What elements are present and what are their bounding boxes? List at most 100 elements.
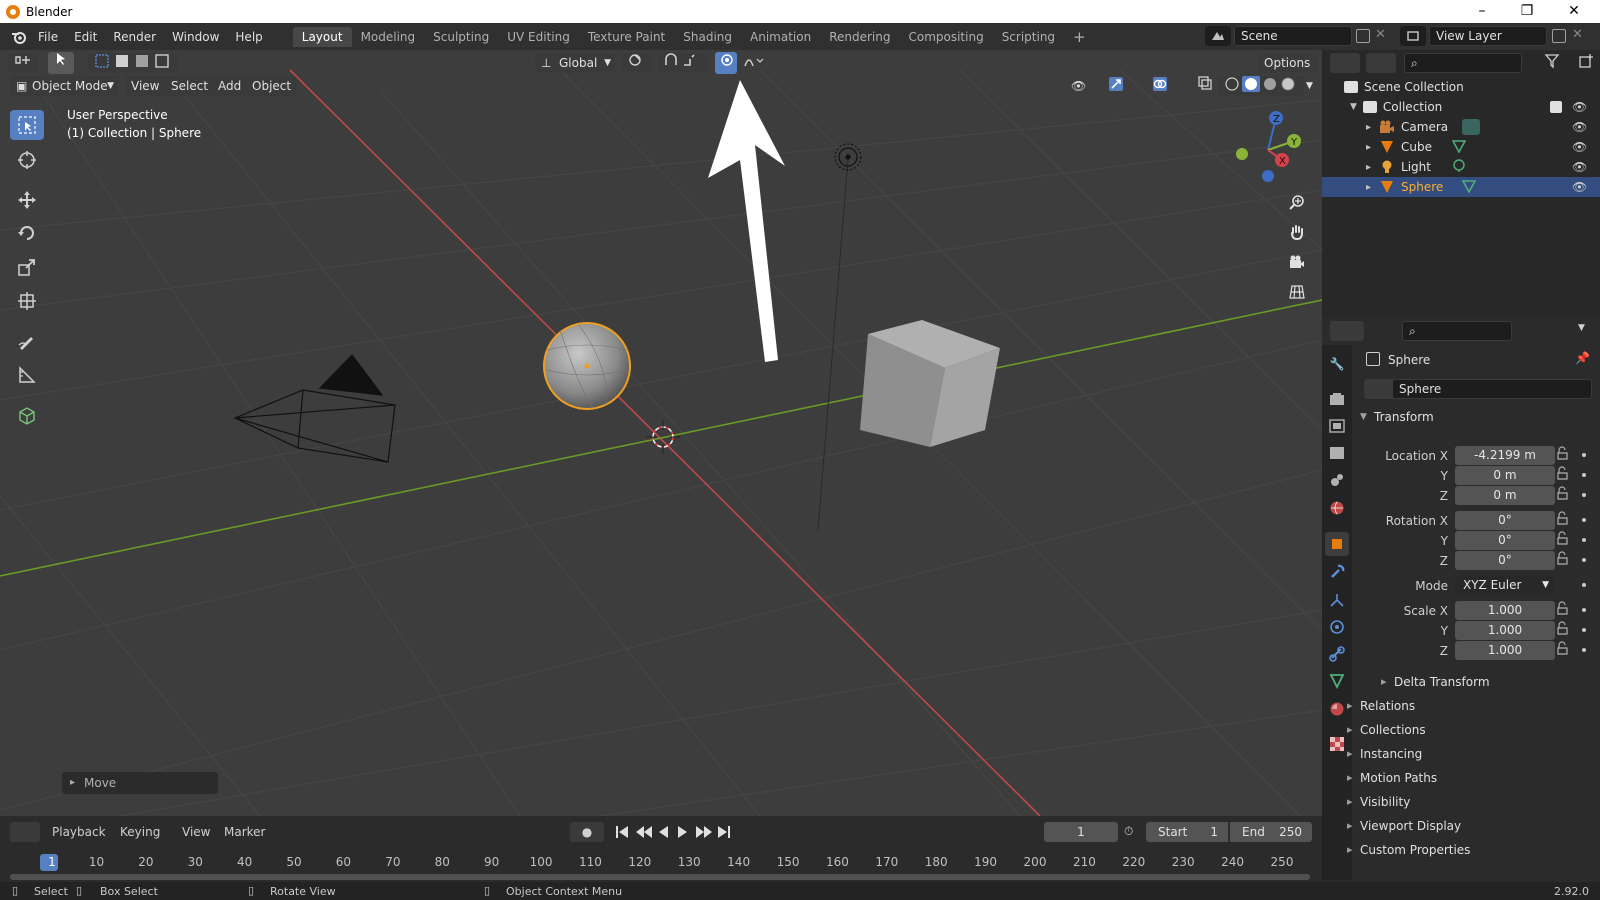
filter-icon[interactable] (1544, 53, 1574, 73)
cursor-tool[interactable] (10, 145, 44, 175)
viewport-menu-add[interactable]: Add (212, 76, 248, 96)
visibility-eye-icon[interactable]: 👁 (1572, 100, 1587, 114)
particles-tab-icon[interactable] (1325, 588, 1349, 612)
physics-tab-icon[interactable] (1325, 615, 1349, 639)
delta-transform-subsection[interactable]: Delta Transform (1381, 675, 1489, 689)
timeline-menu-marker[interactable]: Marker (224, 825, 265, 839)
outliner-item-camera[interactable]: ▸ Camera 👁 (1322, 117, 1600, 137)
select-box-tool[interactable] (10, 110, 44, 140)
frame-ruler[interactable]: 1 10 20 30 40 50 60 70 80 90 100 110 120 130 140 150 160… (0, 852, 1322, 872)
tab-animation[interactable]: Animation (741, 27, 820, 47)
end-frame-field[interactable]: End 250 (1230, 822, 1312, 842)
new-scene-icon[interactable] (1356, 29, 1370, 43)
snap-icon[interactable] (658, 53, 708, 73)
timeline-menu-playback[interactable]: Playback (52, 825, 106, 839)
tweak-select-icon[interactable] (48, 52, 74, 74)
menu-window[interactable]: Window (164, 30, 227, 44)
annotate-tool[interactable] (10, 326, 44, 356)
camera-object[interactable] (233, 354, 396, 463)
transform-section-title[interactable]: Transform (1374, 410, 1434, 424)
transform-tool[interactable] (10, 286, 44, 316)
render-tab-icon[interactable] (1325, 387, 1349, 411)
modifier-tab-icon[interactable] (1325, 560, 1349, 584)
menu-edit[interactable]: Edit (66, 30, 105, 44)
close-button[interactable]: ✕ (1552, 0, 1596, 23)
collections-section[interactable]: Collections (1347, 723, 1426, 737)
tab-layout[interactable]: Layout (292, 26, 352, 47)
expand-down-icon[interactable]: ▼ (1350, 102, 1357, 112)
xray-toggle-icon[interactable] (1192, 76, 1214, 96)
measure-tool[interactable] (10, 360, 44, 390)
world-tab-icon[interactable] (1325, 496, 1349, 520)
ortho-grid-icon[interactable] (1285, 280, 1309, 304)
stopwatch-icon[interactable]: ⏱ (1124, 824, 1133, 839)
tab-sculpting[interactable]: Sculpting (424, 27, 498, 47)
delete-view-layer-icon[interactable]: ✕ (1572, 27, 1583, 42)
properties-editor-type-icon[interactable] (1330, 321, 1364, 341)
scale-x-field[interactable]: 1.000 (1455, 601, 1555, 620)
scale-z-field[interactable]: 1.000 (1455, 641, 1555, 660)
editor-type-icon[interactable] (8, 53, 38, 73)
tab-shading[interactable]: Shading (674, 27, 741, 47)
minimize-button[interactable]: – (1460, 0, 1504, 23)
viewport-menu-select[interactable]: Select (165, 76, 215, 96)
output-tab-icon[interactable] (1325, 414, 1349, 438)
material-tab-icon[interactable] (1325, 697, 1349, 721)
rotation-y-field[interactable]: 0° (1455, 531, 1555, 550)
outliner-item-light[interactable]: ▸ Light 👁 (1322, 157, 1600, 177)
falloff-icon[interactable] (738, 53, 768, 73)
tab-uv-editing[interactable]: UV Editing (498, 27, 579, 47)
pivot-point-icon[interactable] (622, 53, 652, 73)
visibility-section[interactable]: Visibility (1347, 795, 1410, 809)
add-cube-tool[interactable] (10, 400, 44, 430)
chevron-down-icon[interactable]: ▼ (1578, 323, 1585, 333)
timeline-editor-type-icon[interactable] (10, 822, 40, 842)
current-frame-field[interactable]: 1 (1044, 822, 1118, 842)
lock-and-keyframe-icons[interactable] (1556, 446, 1596, 661)
custom-properties-section[interactable]: Custom Properties (1347, 843, 1470, 857)
outliner-editor-type-icon[interactable] (1330, 53, 1360, 73)
transform-orientation-dropdown[interactable]: ⊥ Global ▼ (535, 53, 615, 73)
options-dropdown[interactable]: Options ▼ (1258, 53, 1318, 90)
visibility-eye-icon[interactable]: 👁 (1065, 76, 1097, 96)
view-layer-browse-icon[interactable] (1400, 26, 1426, 46)
rotation-mode-dropdown[interactable]: XYZ Euler ▼ (1455, 576, 1555, 595)
camera-view-icon[interactable] (1285, 250, 1309, 274)
tool-tab-icon[interactable]: 🔧 (1325, 352, 1349, 376)
expand-right-icon[interactable]: ▸ (1366, 142, 1371, 153)
scene-tab-icon[interactable] (1325, 468, 1349, 492)
menu-help[interactable]: Help (227, 30, 270, 44)
scene-name-field[interactable]: Scene (1234, 26, 1352, 46)
expand-right-icon[interactable]: ▸ (1366, 122, 1371, 133)
auto-keying-icon[interactable]: ● (570, 822, 604, 842)
blender-menu-icon[interactable] (8, 29, 30, 45)
properties-search-input[interactable]: ⌕ (1402, 321, 1512, 341)
timeline-menu-view[interactable]: View (182, 825, 210, 839)
start-frame-field[interactable]: Start 1 (1146, 822, 1228, 842)
texture-tab-icon[interactable] (1325, 732, 1349, 756)
gizmo-toggle-icon[interactable] (1102, 76, 1138, 96)
tab-modeling[interactable]: Modeling (352, 27, 425, 47)
move-tool[interactable] (10, 185, 44, 215)
new-collection-icon[interactable] (1578, 53, 1598, 73)
view-layer-field[interactable]: View Layer (1429, 26, 1547, 46)
navigation-gizmo[interactable]: Z Y X (1228, 110, 1304, 186)
tab-scripting[interactable]: Scripting (993, 27, 1064, 47)
object-mode-dropdown[interactable]: ▣ Object Mode ▼ (10, 76, 118, 96)
instancing-section[interactable]: Instancing (1347, 747, 1422, 761)
gizmo-neg-z-icon[interactable] (1262, 170, 1274, 182)
cube-object[interactable] (860, 320, 1000, 447)
tab-rendering[interactable]: Rendering (820, 27, 899, 47)
add-workspace-button[interactable]: + (1064, 25, 1095, 49)
outliner-search-input[interactable]: ⌕ (1404, 53, 1522, 73)
maximize-button[interactable]: ❐ (1505, 0, 1549, 23)
sphere-object[interactable] (543, 322, 631, 410)
overlays-toggle-icon[interactable] (1146, 76, 1182, 96)
location-y-field[interactable]: 0 m (1455, 466, 1555, 485)
tab-texture-paint[interactable]: Texture Paint (579, 27, 674, 47)
checkbox-icon[interactable] (1550, 101, 1562, 113)
expand-right-icon[interactable]: ▸ (1366, 162, 1371, 173)
outliner-scene-collection[interactable]: Scene Collection (1322, 77, 1600, 97)
rotation-z-field[interactable]: 0° (1455, 551, 1555, 570)
pin-icon[interactable]: 📌 (1575, 351, 1590, 365)
